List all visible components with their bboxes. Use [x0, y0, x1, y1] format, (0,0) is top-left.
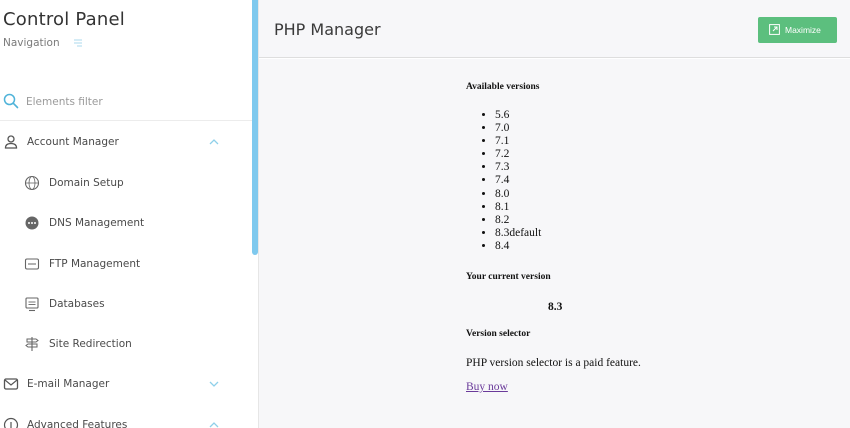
search-icon	[3, 93, 19, 109]
version-item: 5.6	[495, 109, 541, 122]
maximize-icon	[769, 24, 780, 35]
version-item: 7.1	[495, 135, 541, 148]
maximize-button[interactable]: Maximize	[758, 17, 837, 43]
sidebar-item-databases[interactable]: Databases	[0, 290, 252, 320]
sidebar-item-label: Domain Setup	[49, 177, 124, 189]
version-item: 7.0	[495, 122, 541, 135]
sidebar-item-label: E-mail Manager	[27, 378, 110, 390]
database-icon	[25, 297, 39, 312]
page-title: PHP Manager	[274, 20, 381, 39]
sidebar-item-label: Site Redirection	[49, 338, 132, 350]
version-selector-note: PHP version selector is a paid feature.	[466, 357, 641, 369]
sidebar-item-advanced-features[interactable]: Advanced Features	[0, 411, 252, 428]
sidebar-item-label: DNS Management	[49, 217, 145, 229]
sidebar-item-label: Advanced Features	[27, 419, 128, 428]
sidebar-title: Control Panel	[3, 9, 125, 30]
sidebar-item-account-manager[interactable]: Account Manager	[0, 128, 252, 158]
version-item: 8.1	[495, 201, 541, 214]
version-item: 8.4	[495, 240, 541, 253]
page-header: PHP Manager Maximize	[259, 0, 850, 58]
nav-toggle-icon[interactable]	[71, 38, 85, 48]
version-item: 8.2	[495, 214, 541, 227]
sidebar-item-label: Databases	[49, 298, 105, 310]
envelope-icon	[3, 378, 19, 390]
php-manager-content: Available versions 5.6 7.0 7.1 7.2 7.3 7…	[259, 59, 850, 428]
chevron-up-icon[interactable]	[208, 420, 220, 428]
version-item: 8.3default	[495, 227, 541, 240]
sidebar: Control Panel Navigation Account Manager…	[0, 0, 252, 428]
current-version-heading: Your current version	[466, 272, 551, 282]
version-item: 7.3	[495, 161, 541, 174]
www-icon	[24, 175, 40, 191]
elements-filter	[0, 88, 252, 121]
version-item: 8.0	[495, 188, 541, 201]
sidebar-item-dns-management[interactable]: DNS Management	[0, 209, 252, 239]
sidebar-subtitle: Navigation	[3, 37, 60, 49]
version-selector-heading: Version selector	[466, 329, 531, 339]
sidebar-item-domain-setup[interactable]: Domain Setup	[0, 169, 252, 199]
chevron-up-icon[interactable]	[208, 137, 220, 147]
sidebar-item-ftp-management[interactable]: FTP Management	[0, 250, 252, 280]
elements-filter-input[interactable]	[26, 94, 226, 110]
dns-icon	[25, 216, 39, 230]
signpost-icon	[25, 337, 39, 351]
user-icon	[4, 135, 18, 149]
current-version-value: 8.3	[548, 301, 563, 313]
version-list: 5.6 7.0 7.1 7.2 7.3 7.4 8.0 8.1 8.2 8.3d…	[482, 109, 541, 253]
maximize-label: Maximize	[785, 25, 821, 35]
sidebar-item-label: FTP Management	[49, 258, 141, 270]
sidebar-item-site-redirection[interactable]: Site Redirection	[0, 330, 252, 360]
advanced-icon	[3, 417, 19, 428]
sidebar-item-email-manager[interactable]: E-mail Manager	[0, 370, 252, 400]
available-versions-heading: Available versions	[466, 82, 540, 92]
chevron-down-icon[interactable]	[208, 379, 220, 389]
version-item: 7.2	[495, 148, 541, 161]
ftp-icon	[24, 258, 40, 270]
buy-now-link[interactable]: Buy now	[466, 381, 508, 393]
sidebar-item-label: Account Manager	[27, 136, 119, 148]
version-item: 7.4	[495, 174, 541, 187]
